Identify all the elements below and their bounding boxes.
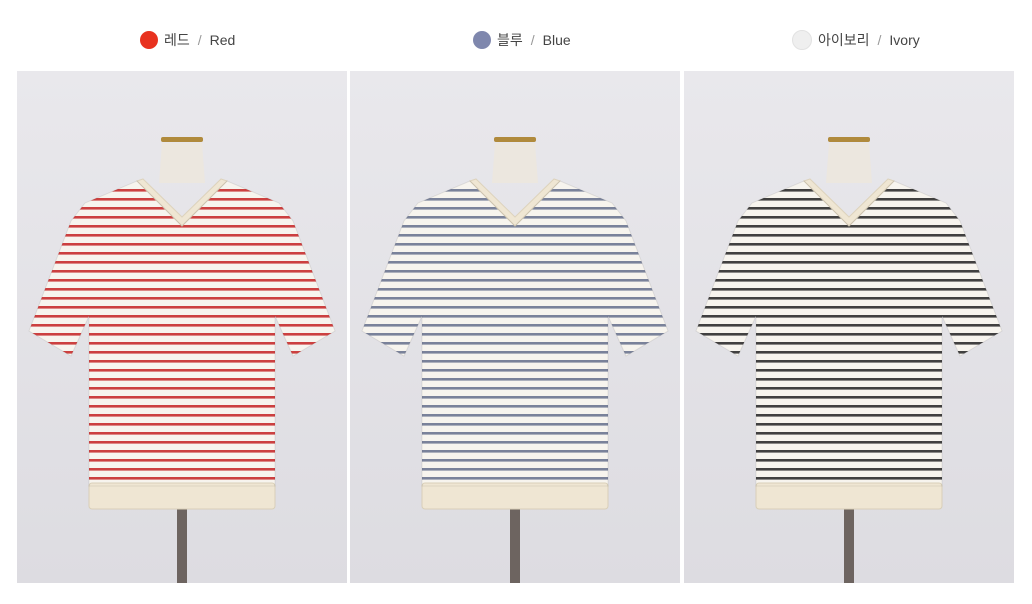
blue-color-dot-icon	[473, 31, 491, 49]
color-labels: 레드 / Red 블루 / Blue 아이보리 / Ivory	[0, 28, 1032, 52]
product-photo-blue[interactable]	[350, 71, 680, 583]
color-label-blue[interactable]: 블루 / Blue	[473, 28, 571, 52]
separator: /	[197, 32, 202, 48]
color-name-en: Red	[209, 32, 236, 48]
color-name-ko: 아이보리	[818, 32, 870, 48]
color-name-ko: 레드	[164, 32, 190, 48]
product-photo-ivory[interactable]	[684, 71, 1014, 583]
color-label-red[interactable]: 레드 / Red	[140, 28, 235, 52]
product-photo-red[interactable]	[17, 71, 347, 583]
separator: /	[530, 32, 535, 48]
color-label-ivory[interactable]: 아이보리 / Ivory	[792, 28, 920, 52]
color-name-en: Blue	[542, 32, 571, 48]
product-color-options: 레드 / Red 블루 / Blue 아이보리 / Ivory	[0, 0, 1032, 604]
ivory-color-dot-icon	[792, 30, 812, 50]
color-name-en: Ivory	[889, 32, 920, 48]
red-color-dot-icon	[140, 31, 158, 49]
separator: /	[877, 32, 882, 48]
color-name-ko: 블루	[497, 32, 523, 48]
